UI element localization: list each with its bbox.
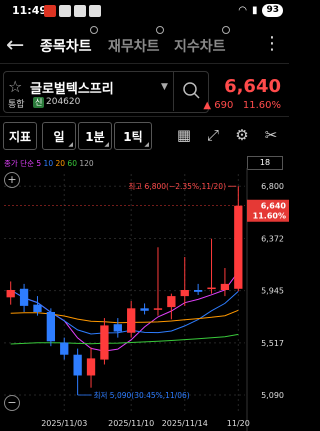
minute-label: 1분 <box>85 129 105 144</box>
battery-icon: 93 <box>262 4 283 17</box>
divider <box>0 63 289 64</box>
notification-icon <box>89 5 101 17</box>
candlestick-chart[interactable]: 6,8006,3725,9455,5175,090 2025/11/03 2025… <box>0 168 289 431</box>
candle-body <box>167 296 176 308</box>
zoom-in-icon[interactable]: + <box>4 172 20 188</box>
more-menu-icon[interactable]: ⋮ <box>263 33 281 54</box>
ma-line-20 <box>10 309 239 324</box>
high-annotation: 최고 6,800(−2.35%,11/20) <box>128 181 226 191</box>
fullscreen-icon[interactable]: ⤢ <box>204 126 222 144</box>
dropdown-corner-icon: ◢ <box>68 141 73 148</box>
annotations: 최고 6,800(−2.35%,11/20) 최저 5,090(30.45%,11… <box>4 181 289 400</box>
stock-name: 글로벌텍스프리 <box>30 82 114 97</box>
wifi-icon: ◠ <box>238 5 247 16</box>
notification-icon <box>74 5 86 17</box>
status-bar: 11:49 ◠ ▮ 93 <box>0 0 289 22</box>
price-change: ▲ 690 11.60% <box>203 100 281 111</box>
stock-code: 204620 <box>46 97 81 107</box>
day-label: 일 <box>53 129 65 144</box>
y-tick-label: 6,800 <box>261 182 284 191</box>
tab-financial-chart[interactable]: 재무차트 <box>108 36 160 56</box>
current-price-label: 6,640 <box>261 202 287 211</box>
x-tick-label: 2025/11/10 <box>108 419 154 428</box>
date-axis: 2025/11/03 2025/11/10 2025/11/14 11/20 <box>41 419 250 428</box>
candle-body <box>46 311 56 342</box>
tab-index-chart[interactable]: 지수차트 <box>174 36 226 56</box>
ma-line-10 <box>10 289 239 335</box>
indicator-button[interactable]: 지표 <box>3 122 37 150</box>
minute-period-button[interactable]: 1분 ◢ <box>78 122 112 150</box>
chevron-down-icon[interactable]: ▼ <box>161 82 168 92</box>
y-tick-label: 5,945 <box>261 287 284 296</box>
tick-label: 1틱 <box>123 129 143 144</box>
zoom-out-icon[interactable]: − <box>4 395 20 411</box>
market-label: 통합 <box>8 100 25 110</box>
settings-gear-icon[interactable]: ⚙ <box>233 126 251 144</box>
ma-20-label: 20 <box>55 159 66 168</box>
ma-5-label: 5 <box>36 159 42 168</box>
system-icons: ◠ ▮ 93 <box>238 4 283 17</box>
y-tick-label: 5,090 <box>261 391 284 400</box>
candle-body <box>234 205 243 289</box>
current-pct-label: 11.60% <box>253 212 286 221</box>
dropdown-corner-icon: ◢ <box>104 141 109 148</box>
candle-body <box>140 308 149 311</box>
notification-icon <box>44 5 56 17</box>
notification-icons <box>44 5 101 17</box>
grid-layout-icon[interactable]: ▦ <box>175 126 193 144</box>
day-period-button[interactable]: 일 ◢ <box>42 122 76 150</box>
low-annotation: 최저 5,090(30.45%,11/06) <box>94 390 190 400</box>
ma-line-5 <box>10 271 239 352</box>
x-tick-label: 2025/11/14 <box>162 419 208 428</box>
favorite-star-icon[interactable]: ☆ <box>8 77 22 96</box>
candle-body <box>6 290 15 298</box>
ma-60-label: 60 <box>67 159 77 168</box>
divider <box>0 116 289 117</box>
tools-icon[interactable]: ✂ <box>262 126 280 144</box>
credit-badge: 신 <box>33 97 45 108</box>
candle-body <box>180 290 189 297</box>
indicator-label: 지표 <box>8 129 32 144</box>
ma-120-label: 120 <box>79 159 94 168</box>
change-percent: 11.60% <box>242 100 281 111</box>
tab-info-dot-icon <box>222 26 230 34</box>
y-tick-label: 5,517 <box>261 339 284 348</box>
candle-body <box>60 342 69 355</box>
dropdown-corner-icon: ◢ <box>144 141 149 148</box>
candle-body <box>127 308 136 333</box>
tab-info-dot-icon <box>90 26 98 34</box>
tick-period-button[interactable]: 1틱 ◢ <box>114 122 152 150</box>
candle-body <box>113 324 122 332</box>
x-tick-label: 11/20 <box>227 419 250 428</box>
candle-body <box>100 325 109 360</box>
change-amount: ▲ 690 <box>203 100 234 111</box>
y-tick-label: 6,372 <box>261 234 284 243</box>
candle-body <box>153 308 163 310</box>
ma-legend-prefix: 종가 단순 <box>4 159 34 168</box>
back-arrow-icon[interactable]: ← <box>6 33 24 58</box>
signal-icon: ▮ <box>251 5 258 16</box>
moving-averages <box>10 271 239 352</box>
tab-stock-chart[interactable]: 종목차트 <box>40 36 92 56</box>
candle-body <box>19 288 29 306</box>
candle-body <box>33 304 42 312</box>
candle-body <box>220 283 230 290</box>
ma-10-label: 10 <box>43 159 54 168</box>
x-tick-label: 2025/11/03 <box>41 419 87 428</box>
candle-body <box>207 287 216 290</box>
tab-info-dot-icon <box>156 26 164 34</box>
notification-icon <box>59 5 71 17</box>
candle-body <box>86 358 96 376</box>
candle-body <box>193 290 203 292</box>
candle-body <box>73 354 82 376</box>
current-price: 6,640 <box>224 76 281 97</box>
status-time: 11:49 <box>12 4 48 17</box>
